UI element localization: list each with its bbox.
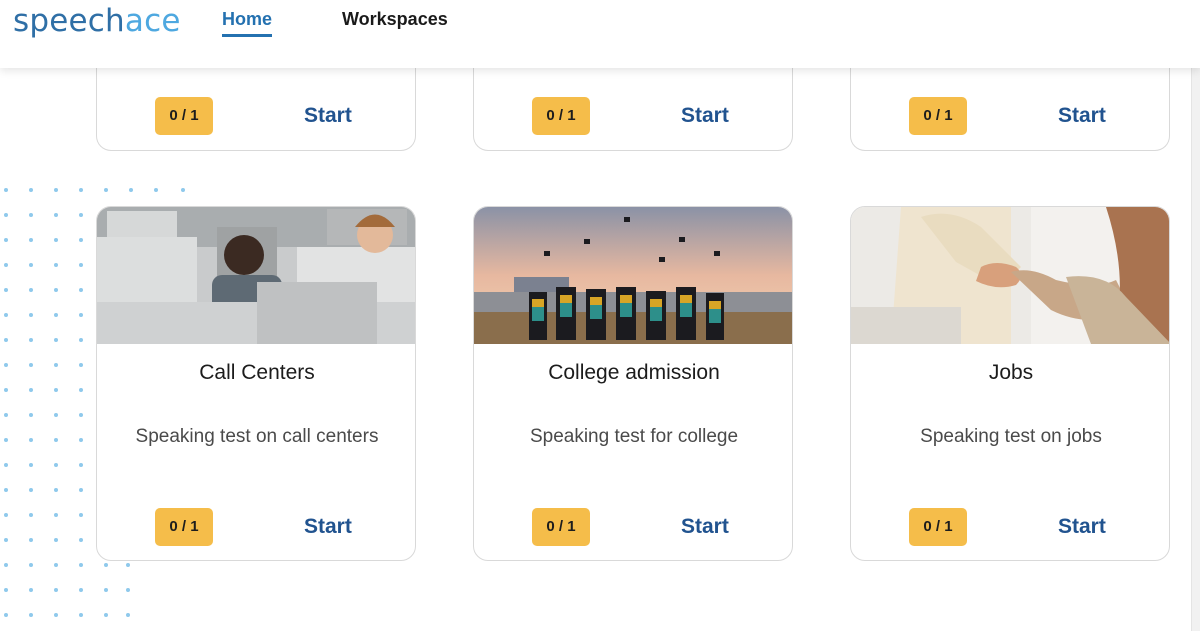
call-center-photo [97, 207, 415, 344]
card-description: Speaking test on call centers [135, 426, 379, 447]
progress-badge: 0 / 1 [155, 97, 213, 135]
progress-badge: 0 / 1 [155, 508, 213, 546]
graduation-photo [474, 207, 792, 344]
handshake-photo [851, 207, 1169, 344]
start-button[interactable]: Start [681, 514, 729, 540]
progress-badge: 0 / 1 [532, 97, 590, 135]
card-description: Speaking test on jobs [920, 426, 1102, 447]
top-navbar: speechace Home Workspaces [0, 0, 1200, 68]
course-card-college-admission[interactable]: College admission Speaking test for coll… [473, 206, 793, 561]
start-button[interactable]: Start [681, 103, 729, 129]
card-title: College admission [548, 361, 720, 384]
start-button[interactable]: Start [304, 103, 352, 129]
card-title: Jobs [988, 361, 1034, 384]
start-button[interactable]: Start [304, 514, 352, 540]
start-button[interactable]: Start [1058, 103, 1106, 129]
page-scrollbar[interactable] [1191, 68, 1200, 631]
progress-badge: 0 / 1 [909, 97, 967, 135]
nav-workspaces-link[interactable]: Workspaces [342, 8, 448, 30]
logo-text-part1: speech [13, 3, 125, 39]
card-title: Call Centers [199, 361, 315, 384]
start-button[interactable]: Start [1058, 514, 1106, 540]
course-card-call-centers[interactable]: Call Centers Speaking test on call cente… [96, 206, 416, 561]
progress-badge: 0 / 1 [909, 508, 967, 546]
nav-home-link[interactable]: Home [222, 8, 273, 37]
progress-badge: 0 / 1 [532, 508, 590, 546]
card-description: Speaking test for college [529, 426, 739, 447]
speechace-logo[interactable]: speechace [13, 1, 181, 41]
course-card-jobs[interactable]: Jobs Speaking test on jobs 0 / 1 Start [850, 206, 1170, 561]
logo-text-part2: ace [124, 3, 181, 39]
